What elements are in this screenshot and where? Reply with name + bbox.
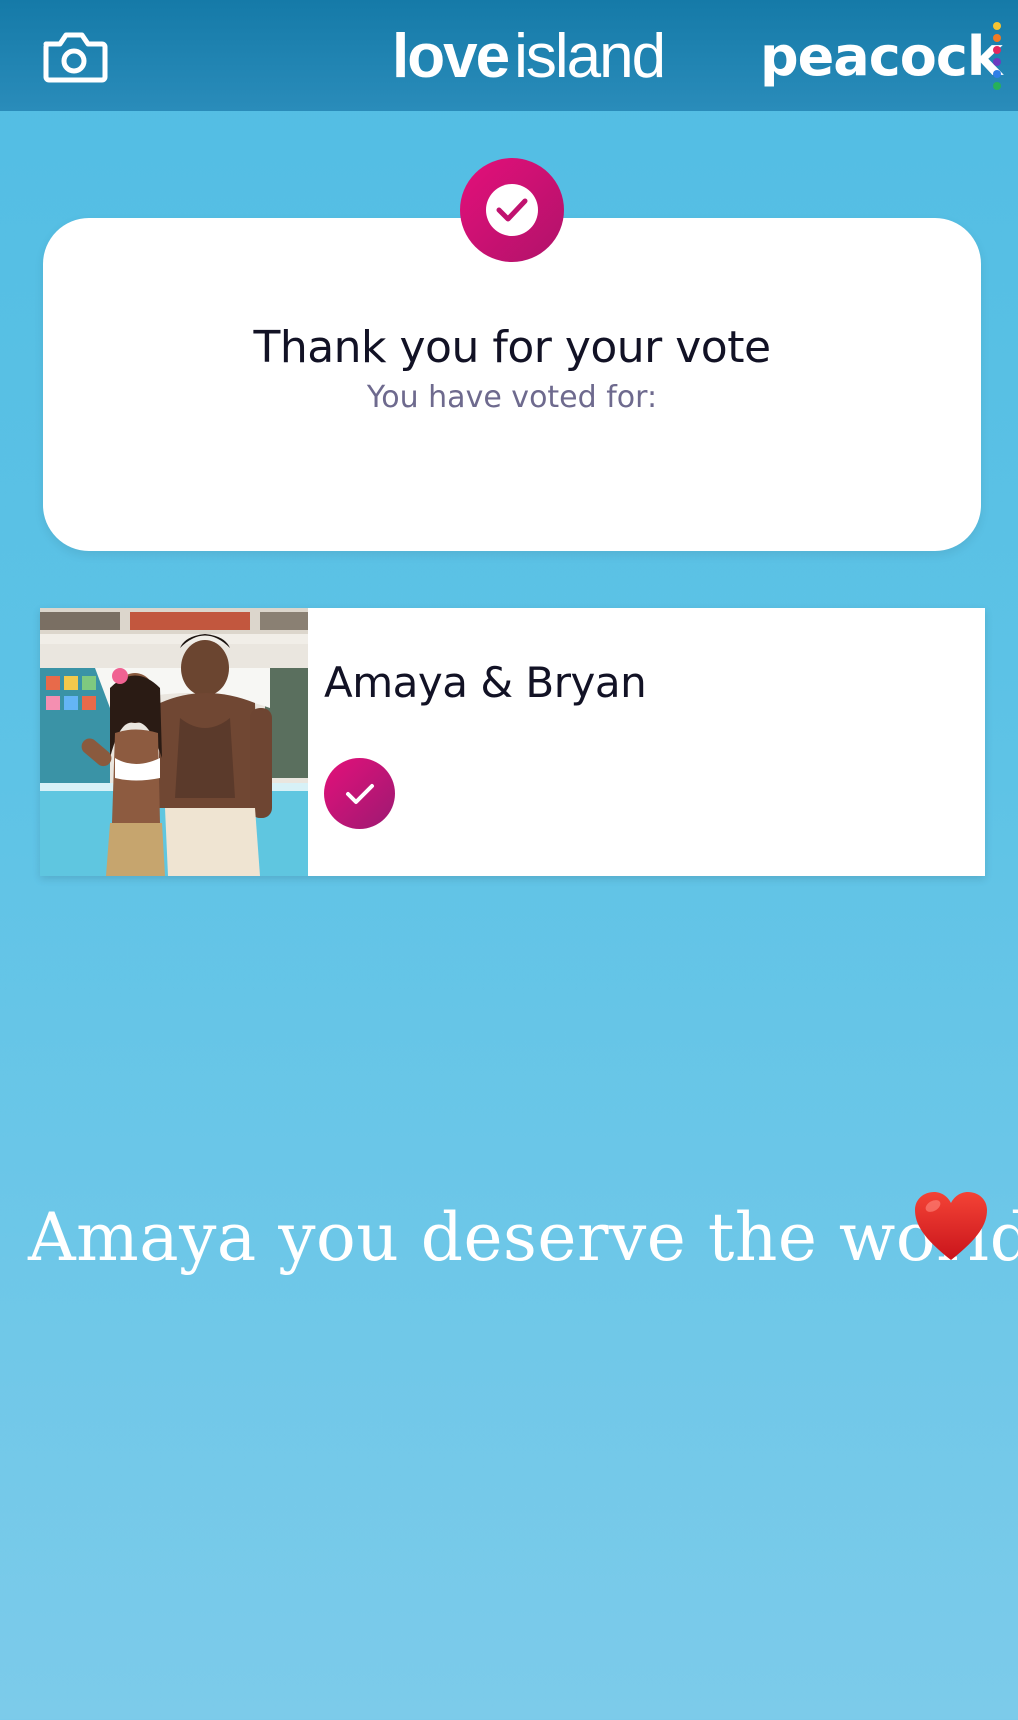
- story-caption: Amaya you deserve the world: [28, 1199, 1018, 1276]
- couple-photo: [40, 608, 308, 876]
- peacock-logo: peacock: [760, 25, 1003, 88]
- checkmark-glyph-icon: [345, 783, 374, 804]
- camera-icon[interactable]: [40, 28, 108, 86]
- red-heart-icon: [913, 1190, 989, 1264]
- check-icon: [460, 158, 564, 262]
- logo-word-love: love: [392, 22, 510, 91]
- check-icon: [324, 758, 395, 829]
- peacock-dots-icon: [993, 22, 1003, 96]
- confirmation-subtitle: You have voted for:: [366, 380, 658, 415]
- love-island-logo: loveisland: [392, 18, 666, 96]
- confirmation-title: Thank you for your vote: [253, 322, 771, 373]
- vote-confirmation-card: Thank you for your vote You have voted f…: [43, 218, 981, 551]
- couple-name: Amaya & Bryan: [324, 658, 647, 707]
- checkmark-glyph-icon: [496, 198, 528, 222]
- app-header: loveisland peacock: [0, 0, 1018, 111]
- voted-couple-card[interactable]: Amaya & Bryan: [40, 608, 985, 876]
- logo-word-island: island: [514, 22, 666, 91]
